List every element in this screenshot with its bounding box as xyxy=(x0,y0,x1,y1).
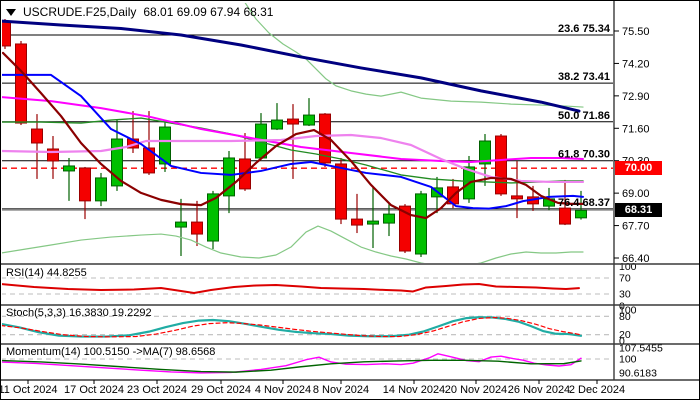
candle xyxy=(368,186,379,248)
fib-label: 38.2 73.41 xyxy=(558,71,610,83)
band-upper xyxy=(244,1,583,107)
momentum-scale-label: 90.6183 xyxy=(619,367,657,379)
fib-label: 76.4 68.37 xyxy=(558,197,610,209)
alert-price-badge: 70.00 xyxy=(615,161,662,175)
candle-body xyxy=(176,222,187,227)
candle xyxy=(224,151,235,213)
candle xyxy=(256,113,267,159)
momentum-scale-label: 100 xyxy=(619,354,637,366)
rsi-scale-label: 70 xyxy=(619,273,631,285)
date-label: 29 Oct 2024 xyxy=(191,384,251,396)
fib-label: 61.8 70.30 xyxy=(558,149,610,161)
candle-body xyxy=(96,178,107,201)
candle-body xyxy=(1,21,11,46)
date-label: 14 Nov 2024 xyxy=(383,384,445,396)
candle-body xyxy=(32,129,43,143)
candle-body xyxy=(496,136,507,194)
price-tick-label: 71.60 xyxy=(622,123,650,135)
chart-ohlc-values: 68.01 69.09 67.94 68.31 xyxy=(143,5,273,19)
candle-body xyxy=(304,115,315,125)
stoch-scale-label: 80 xyxy=(619,311,631,323)
candle-body xyxy=(352,219,363,225)
candle xyxy=(192,201,203,246)
chart-symbol-title: USCRUDE.F25,Daily xyxy=(23,5,136,19)
candle xyxy=(80,167,91,219)
rsi-panel xyxy=(1,278,614,294)
date-label: 4 Nov 2024 xyxy=(255,384,311,396)
candle xyxy=(32,114,43,179)
chart-title-bar: USCRUDE.F25,Daily 68.01 69.09 67.94 68.3… xyxy=(6,5,273,19)
current-price-badge: 68.31 xyxy=(615,203,662,217)
rsi-line xyxy=(1,284,579,293)
candle xyxy=(464,156,475,203)
candle xyxy=(16,41,27,125)
price-tick-label: 67.70 xyxy=(622,221,650,233)
candle-body xyxy=(80,168,91,201)
candle-body xyxy=(368,221,379,224)
candle-body xyxy=(576,210,587,217)
candle-body xyxy=(192,222,203,234)
band-lower xyxy=(1,226,583,266)
rsi-scale-label: 30 xyxy=(619,289,631,301)
chart-window: 23.6 75.34 38.2 73.41 50.0 71.86 61.8 70.30… xyxy=(0,0,700,400)
candle-body xyxy=(288,119,299,124)
price-tick-label: 75.50 xyxy=(622,26,650,38)
date-label: 11 Oct 2024 xyxy=(1,384,58,396)
date-label: 23 Oct 2024 xyxy=(127,384,187,396)
price-tick-label: 72.90 xyxy=(622,91,650,103)
stoch-signal-line xyxy=(1,318,581,337)
candle xyxy=(304,98,315,126)
candle xyxy=(352,194,363,233)
chart-menu-icon[interactable] xyxy=(6,9,16,16)
candle-body xyxy=(416,194,427,254)
fib-label: 50.0 71.86 xyxy=(558,110,610,122)
candle xyxy=(1,19,11,49)
candle-body xyxy=(560,208,571,224)
candle xyxy=(96,173,107,206)
stoch-main-line xyxy=(1,317,581,336)
stoch-panel xyxy=(1,316,614,337)
momentum-panel-label: Momentum(14) 100.5150 ->MA(7) 98.6568 xyxy=(6,346,215,358)
candle xyxy=(64,158,75,201)
rsi-panel-label: RSI(14) 44.8255 xyxy=(6,267,87,279)
candle xyxy=(496,134,507,196)
candle-body xyxy=(384,214,395,223)
main-price-panel: 23.6 75.34 38.2 73.41 50.0 71.86 61.8 70.30… xyxy=(1,1,614,266)
date-label: 17 Oct 2024 xyxy=(64,384,124,396)
candle-body xyxy=(272,120,283,129)
stoch-panel-label: Stoch(5,3,3) 16.3830 19.2292 xyxy=(6,307,152,319)
candle-body xyxy=(512,196,523,199)
candle xyxy=(512,161,523,218)
candle xyxy=(48,136,59,179)
fib-label: 23.6 75.34 xyxy=(558,23,611,35)
candle xyxy=(416,191,427,257)
price-tick-label: 66.40 xyxy=(622,253,650,265)
candle xyxy=(272,103,283,130)
candle-body xyxy=(336,164,347,219)
candle-body xyxy=(16,44,27,123)
candle-body xyxy=(64,166,75,171)
date-label: 20 Nov 2024 xyxy=(445,384,507,396)
date-label: 8 Nov 2024 xyxy=(313,384,369,396)
candle xyxy=(176,199,187,256)
price-tick-label: 74.20 xyxy=(622,58,650,70)
chart-surface[interactable]: 23.6 75.34 38.2 73.41 50.0 71.86 61.8 70.30… xyxy=(1,1,700,400)
date-label: 2 Dec 2024 xyxy=(569,384,625,396)
date-label: 26 Nov 2024 xyxy=(508,384,570,396)
price-tick-label: 69.00 xyxy=(622,188,650,200)
